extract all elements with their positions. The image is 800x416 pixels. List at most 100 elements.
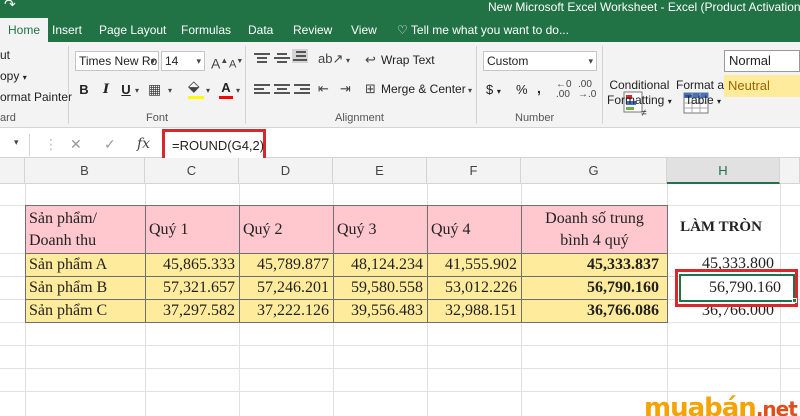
font-name-select[interactable]: Times New Ro ▾ — [75, 51, 159, 71]
table-header-cell[interactable]: Quý 2 — [239, 205, 334, 254]
q4-cell[interactable]: 53,012.226 — [427, 276, 522, 300]
format-as-table-button[interactable]: Format as Table ▾ — [676, 78, 730, 109]
select-all-corner[interactable] — [0, 158, 25, 184]
copy-button[interactable]: opy ▾ — [0, 69, 27, 83]
avg-cell[interactable]: 45,333.837 — [521, 253, 668, 277]
shrink-font-button[interactable]: A▼ — [229, 53, 243, 74]
align-left-icon[interactable] — [254, 82, 270, 96]
conditional-formatting-button[interactable]: Conditional Formatting ▾ — [607, 78, 672, 109]
table-header-cell[interactable]: Doanh số trung bình 4 quý — [521, 205, 668, 254]
divider — [68, 46, 69, 124]
tab-home[interactable]: Home — [0, 18, 49, 42]
table-header-cell[interactable]: Quý 4 — [427, 205, 522, 254]
align-top-icon[interactable] — [254, 51, 270, 65]
tell-me-search[interactable]: ♡ Tell me what you want to do... — [397, 18, 569, 42]
column-header-c[interactable]: C — [145, 158, 239, 184]
divider — [245, 46, 246, 124]
align-middle-icon[interactable] — [274, 51, 290, 65]
merge-center-button[interactable]: Merge & Center — [381, 82, 466, 96]
product-cell[interactable]: Sản phẩm B — [25, 276, 146, 300]
q1-cell[interactable]: 37,297.582 — [145, 299, 240, 323]
chevron-down-icon[interactable]: ▾ — [346, 52, 350, 70]
percent-format-button[interactable]: % — [516, 82, 528, 97]
orientation-icon[interactable]: ab↗ — [318, 50, 343, 68]
bold-button[interactable]: B — [75, 81, 93, 99]
underline-button[interactable]: U — [117, 81, 135, 99]
watermark-tld: .net — [755, 397, 798, 416]
table-header-cell[interactable]: Sản phẩm/ Doanh thu — [25, 205, 146, 254]
column-header-g[interactable]: G — [521, 158, 667, 184]
q1-cell[interactable]: 45,865.333 — [145, 253, 240, 277]
avg-cell[interactable]: 56,790.160 — [521, 276, 668, 300]
avg-cell[interactable]: 36,766.086 — [521, 299, 668, 323]
copy-label: opy — [0, 69, 20, 83]
chevron-down-icon: ▾ — [588, 56, 593, 66]
column-header-b[interactable]: B — [25, 158, 145, 184]
chevron-down-icon: ▾ — [14, 137, 19, 147]
column-header-d[interactable]: D — [239, 158, 333, 184]
q4-cell[interactable]: 32,988.151 — [427, 299, 522, 323]
align-center-icon[interactable] — [274, 82, 290, 96]
tab-review[interactable]: Review — [293, 18, 332, 42]
q1-cell[interactable]: 57,321.657 — [145, 276, 240, 300]
fill-color-icon[interactable]: ⬙ — [188, 78, 200, 96]
chevron-down-icon[interactable]: ▾ — [468, 82, 472, 100]
q4-cell[interactable]: 41,555.902 — [427, 253, 522, 277]
wrap-text-button[interactable]: Wrap Text — [381, 53, 435, 67]
q2-cell[interactable]: 37,222.126 — [239, 299, 334, 323]
q3-cell[interactable]: 59,580.558 — [333, 276, 428, 300]
cancel-icon[interactable]: ✕ — [70, 136, 82, 153]
gridline — [0, 391, 800, 392]
q3-cell[interactable]: 39,556.483 — [333, 299, 428, 323]
style-neutral[interactable]: Neutral — [724, 75, 800, 97]
column-header-next[interactable] — [780, 158, 800, 184]
chevron-down-icon: ▾ — [717, 97, 722, 106]
header-avg-line1: Doanh số trung — [545, 210, 644, 227]
column-header-f[interactable]: F — [427, 158, 521, 184]
q2-cell[interactable]: 45,789.877 — [239, 253, 334, 277]
product-cell[interactable]: Sản phẩm C — [25, 299, 146, 323]
q3-cell[interactable]: 48,124.234 — [333, 253, 428, 277]
borders-icon[interactable]: ▦ — [148, 80, 161, 98]
tab-page-layout[interactable]: Page Layout — [99, 18, 166, 42]
align-right-icon[interactable] — [294, 82, 310, 96]
enter-icon[interactable]: ✓ — [104, 136, 116, 153]
grow-font-button[interactable]: A▲ — [211, 52, 228, 73]
name-box[interactable]: ▾ — [0, 134, 30, 156]
tab-formulas[interactable]: Formulas — [181, 18, 231, 42]
column-header-e[interactable]: E — [333, 158, 427, 184]
table-header-cell[interactable]: Quý 1 — [145, 205, 240, 254]
number-format-select[interactable]: Custom ▾ — [483, 51, 597, 71]
chevron-down-icon[interactable]: ▾ — [135, 82, 139, 100]
currency-format-button[interactable]: $ ▾ — [486, 82, 501, 97]
chevron-down-icon: ▾ — [196, 56, 201, 66]
column-header-h[interactable]: H — [667, 158, 780, 184]
ribbon: ut opy ▾ ormat Painter ard Times New Ro … — [0, 42, 800, 128]
chevron-down-icon[interactable]: ▾ — [236, 82, 240, 100]
font-size-select[interactable]: 14 ▾ — [161, 51, 205, 71]
style-normal[interactable]: Normal — [724, 50, 800, 72]
italic-button[interactable]: I — [97, 81, 115, 99]
fill-color-swatch — [188, 96, 204, 99]
divider — [602, 46, 603, 124]
tab-insert[interactable]: Insert — [52, 18, 82, 42]
decrease-decimal-icon[interactable]: .00 →.0 — [578, 80, 596, 100]
product-cell[interactable]: Sản phẩm A — [25, 253, 146, 277]
align-bottom-icon[interactable] — [292, 49, 308, 63]
increase-decimal-icon[interactable]: ←0.00 — [556, 80, 572, 100]
decrease-indent-icon[interactable]: ⇤ — [318, 80, 329, 98]
font-color-button[interactable]: A — [217, 79, 235, 97]
format-painter-button[interactable]: ormat Painter — [0, 90, 72, 104]
table-header-cell[interactable]: Quý 3 — [333, 205, 428, 254]
fill-handle[interactable] — [792, 298, 797, 303]
q2-cell[interactable]: 57,246.201 — [239, 276, 334, 300]
redo-icon[interactable]: ↷ — [4, 0, 16, 13]
tab-data[interactable]: Data — [248, 18, 273, 42]
increase-indent-icon[interactable]: ⇥ — [340, 80, 351, 98]
cut-button[interactable]: ut — [0, 48, 10, 62]
insert-function-icon[interactable]: fx — [137, 136, 150, 152]
chevron-down-icon[interactable]: ▾ — [206, 82, 210, 100]
comma-format-button[interactable]: , — [537, 80, 541, 96]
chevron-down-icon[interactable]: ▾ — [168, 82, 172, 100]
tab-view[interactable]: View — [351, 18, 377, 42]
